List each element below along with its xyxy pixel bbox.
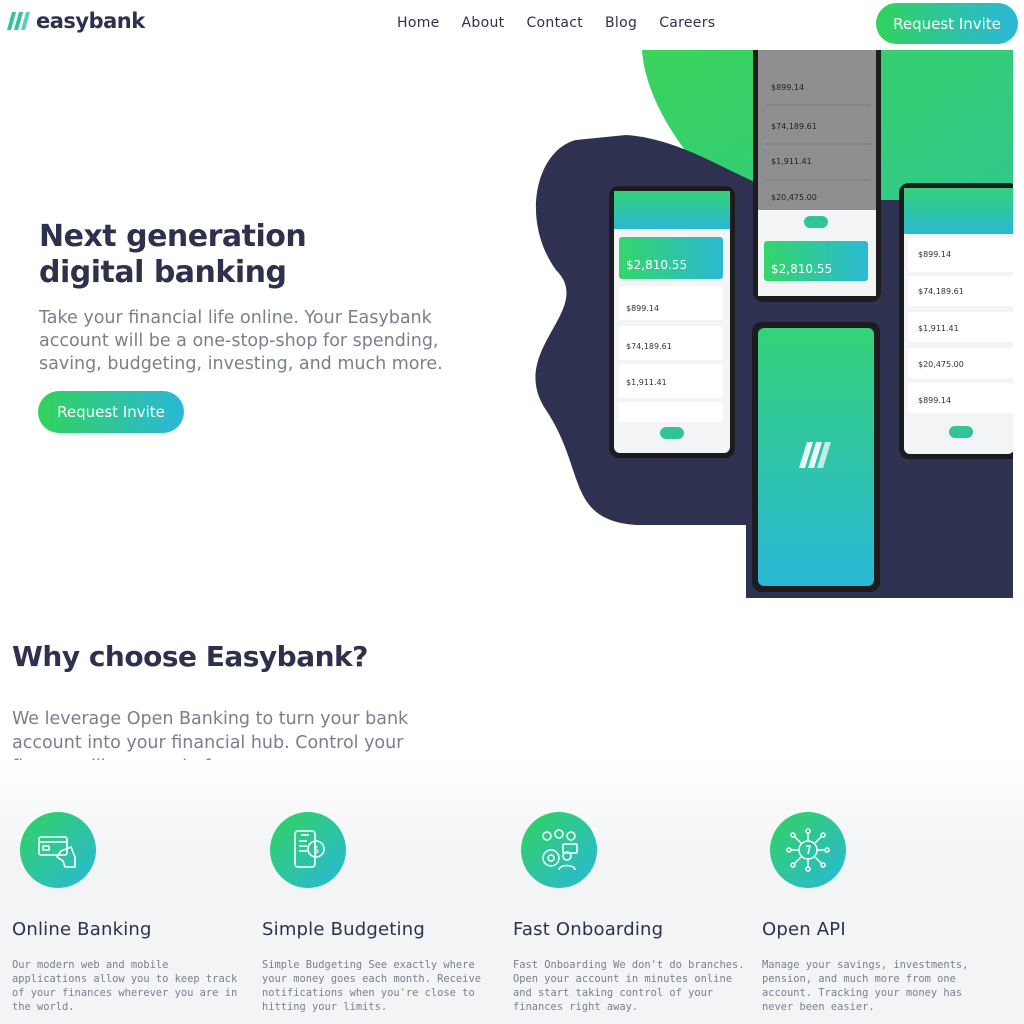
hero-description: Take your financial life online. Your Ea… xyxy=(39,308,443,374)
credit-card-hand-icon xyxy=(20,812,96,888)
phone-right: $899.14 $74,189.61 $1,911.41 $20,475.00 … xyxy=(899,183,1013,459)
svg-text:$74,189.61: $74,189.61 xyxy=(771,122,817,131)
feature-title: Online Banking xyxy=(12,919,152,940)
hero-request-invite-button[interactable]: Request Invite xyxy=(38,391,184,433)
api-circuit-icon xyxy=(770,812,846,888)
feature-text: Simple Budgeting See exactly where your … xyxy=(262,959,481,1013)
phone-bottom-middle xyxy=(752,322,880,592)
brand-name: easybank xyxy=(36,9,145,33)
svg-text:$899.14: $899.14 xyxy=(918,250,951,259)
onboarding-people-icon xyxy=(521,812,597,888)
feature-online-banking: Online Banking Our modern web and mobile… xyxy=(12,812,248,1013)
site-header: easybank Home About Contact Blog Careers… xyxy=(0,0,1024,50)
svg-text:$1,911.41: $1,911.41 xyxy=(918,324,959,333)
nav-about[interactable]: About xyxy=(462,15,505,31)
svg-text:$1,911.41: $1,911.41 xyxy=(771,157,812,166)
feature-title: Fast Onboarding xyxy=(513,919,664,940)
phone-left: $2,810.55 $899.14 $74,189.61 $1,911.41 xyxy=(609,186,735,458)
feature-simple-budgeting: $ Simple Budgeting Simple Budgeting See … xyxy=(262,812,498,1013)
svg-text:$2,810.55: $2,810.55 xyxy=(626,258,687,272)
nav-contact[interactable]: Contact xyxy=(526,15,583,31)
nav-home[interactable]: Home xyxy=(397,15,440,31)
header-request-invite-button[interactable]: Request Invite xyxy=(876,3,1018,44)
hero-phones-illustration: $2,810.55 $899.14 $74,189.61 $1,911.41 $… xyxy=(526,50,1013,598)
feature-text: Our modern web and mobile applications a… xyxy=(12,959,238,1013)
hero-title: Next generation digital banking xyxy=(39,219,307,290)
feature-title: Simple Budgeting xyxy=(262,919,425,940)
feature-title: Open API xyxy=(762,919,846,940)
svg-text:$2,810.55: $2,810.55 xyxy=(771,262,832,276)
why-title: Why choose Easybank? xyxy=(12,640,368,673)
svg-text:$74,189.61: $74,189.61 xyxy=(918,287,964,296)
svg-text:$899.14: $899.14 xyxy=(918,396,951,405)
nav-careers[interactable]: Careers xyxy=(659,15,715,31)
feature-open-api: Open API Manage your savings, investment… xyxy=(762,812,998,1013)
logo-stripes-icon xyxy=(7,12,30,30)
brand-logo[interactable]: easybank xyxy=(6,8,145,34)
mobile-budget-icon: $ xyxy=(270,812,346,888)
phone-top-middle: $899.14 $74,189.61 $1,911.41 $20,475.00 … xyxy=(753,50,881,302)
svg-text:$20,475.00: $20,475.00 xyxy=(918,360,964,369)
feature-text: Manage your savings, investments, pensio… xyxy=(762,959,969,1013)
main-nav: Home About Contact Blog Careers xyxy=(397,15,737,31)
svg-text:$: $ xyxy=(313,845,319,856)
feature-fast-onboarding: Fast Onboarding Fast Onboarding We don't… xyxy=(513,812,749,1013)
feature-text: Fast Onboarding We don't do branches. Op… xyxy=(513,959,745,1013)
svg-text:$20,475.00: $20,475.00 xyxy=(771,193,817,202)
svg-text:$899.14: $899.14 xyxy=(626,304,659,313)
svg-text:$74,189.61: $74,189.61 xyxy=(626,342,672,351)
nav-blog[interactable]: Blog xyxy=(605,15,637,31)
svg-text:$899.14: $899.14 xyxy=(771,83,804,92)
svg-text:$1,911.41: $1,911.41 xyxy=(626,378,667,387)
